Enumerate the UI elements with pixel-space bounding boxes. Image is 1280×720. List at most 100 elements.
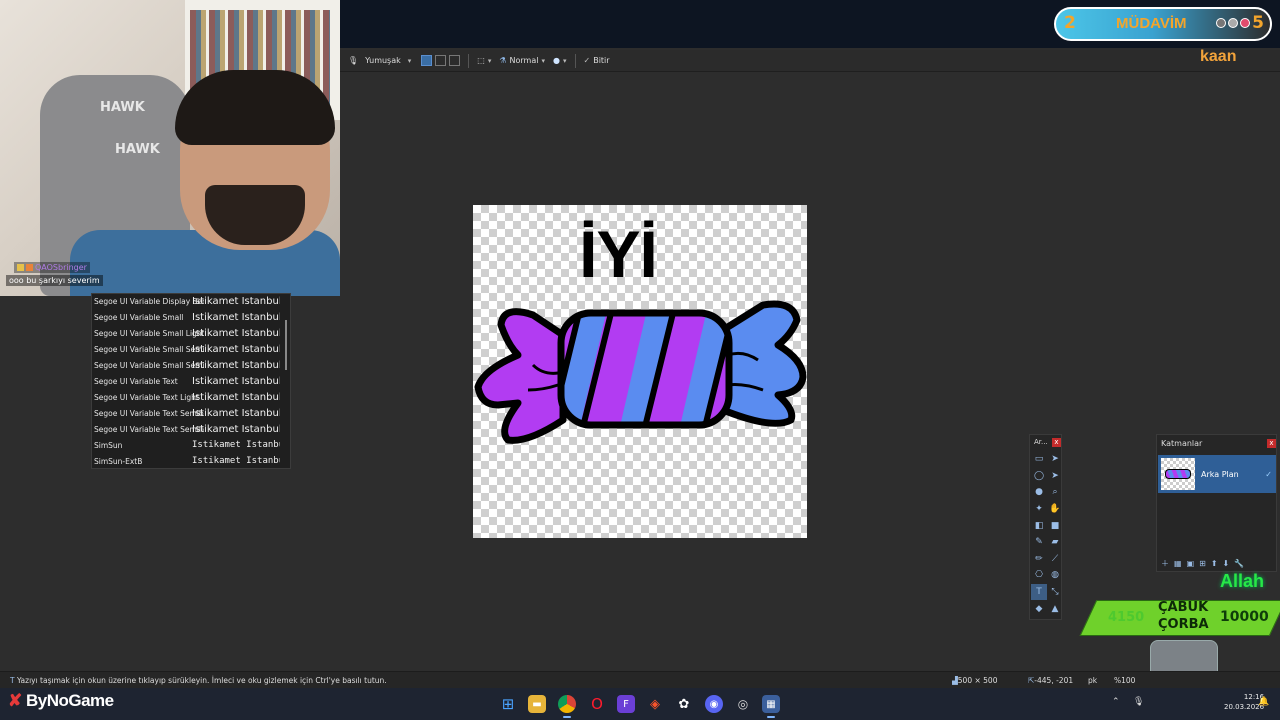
layers-panel-title: Katmanlar xyxy=(1161,438,1203,448)
merge-layer-icon[interactable]: ⊞ xyxy=(1199,559,1206,568)
brand-suffix: NoGame xyxy=(46,691,114,710)
shapes-tool-icon[interactable]: ◆ xyxy=(1031,600,1047,617)
fill-mode-dropdown[interactable]: ● ▾ xyxy=(553,56,567,65)
close-icon[interactable]: x xyxy=(1052,437,1061,447)
font-name: Segoe UI Variable Small xyxy=(94,312,184,322)
align-center-icon[interactable] xyxy=(435,55,447,66)
shapes-icon[interactable]: ■ xyxy=(1047,517,1063,534)
ellipse-select-icon[interactable]: ● xyxy=(1031,484,1047,501)
font-list-item[interactable]: Segoe UI Variable Display Semil İstikamet… xyxy=(92,294,284,309)
font-dropdown-list[interactable]: Segoe UI Variable Display Semil İstikamet… xyxy=(91,293,291,469)
notification-icon[interactable]: 🔔 xyxy=(1258,697,1269,707)
layer-properties-icon[interactable]: 🔧 xyxy=(1234,559,1244,568)
overlay-text: Allah xyxy=(1220,571,1265,591)
corba-goal-target: 10000 xyxy=(1220,609,1269,625)
font-list-item[interactable]: SimSun-ExtB İstikamet İstanbul xyxy=(92,453,284,468)
divider xyxy=(574,53,576,68)
opera-icon[interactable]: O xyxy=(588,695,606,713)
font-name: Segoe UI Variable Small Semilig xyxy=(94,360,204,370)
pencil-icon[interactable]: ✏ xyxy=(1031,551,1047,568)
brand-prefix: By xyxy=(25,691,47,710)
zoom-level[interactable]: %100 xyxy=(1114,676,1135,685)
font-list-item[interactable]: Segoe UI Variable Small İstikamet İstanbu… xyxy=(92,309,284,325)
text-icon[interactable]: T xyxy=(1031,583,1047,601)
font-name: Segoe UI Variable Display Semil xyxy=(94,296,204,306)
color-picker-icon[interactable]: ⟋ xyxy=(1047,551,1063,568)
font-name: Segoe UI Variable Text Semibold xyxy=(94,408,204,418)
chair-logo: HAWK xyxy=(100,100,145,115)
file-explorer-icon[interactable]: ▬ xyxy=(528,695,546,713)
paint-bucket-icon[interactable]: ◧ xyxy=(1031,517,1047,534)
image-size: ▟500 × 500 xyxy=(952,676,997,685)
app-f-icon[interactable]: F xyxy=(617,695,635,713)
candy-body-stripes xyxy=(561,313,729,425)
layer-row[interactable]: Arka Plan ✓ xyxy=(1158,455,1276,493)
paintbrush-icon[interactable]: ✎ xyxy=(1031,534,1047,551)
font-preview: İstikamet İstanbul xyxy=(192,456,280,466)
font-list-item[interactable]: Segoe UI Variable Small Semilig İstikamet… xyxy=(92,357,284,373)
eraser-icon[interactable]: ▰ xyxy=(1047,534,1063,551)
chatgpt-icon[interactable]: ✿ xyxy=(675,695,693,713)
move-selection-icon[interactable]: ➤ xyxy=(1047,451,1063,468)
image-canvas[interactable]: İYİ xyxy=(473,205,807,538)
font-list-item[interactable]: SimSun İstikamet İstanbul xyxy=(92,437,284,453)
layer-actions: ＋ ▦ ▣ ⊞ ⬆ ⬇ 🔧 xyxy=(1157,557,1276,569)
layer-visibility-checkbox[interactable]: ✓ xyxy=(1265,470,1272,479)
windows-start-icon[interactable]: ⊞ xyxy=(499,695,517,713)
badge-icon xyxy=(17,264,24,271)
move-layer-down-icon[interactable]: ⬇ xyxy=(1223,559,1230,568)
move-layer-up-icon[interactable]: ⬆ xyxy=(1211,559,1218,568)
status-message-text: Yazıyı taşımak için okun üzerine tıklayı… xyxy=(16,676,387,685)
brave-icon[interactable]: ◈ xyxy=(646,695,664,713)
delete-layer-icon[interactable]: ▦ xyxy=(1174,559,1182,568)
pan-icon[interactable]: ✋ xyxy=(1047,501,1063,518)
lasso-select-icon[interactable]: ◯ xyxy=(1031,468,1047,485)
zoom-icon[interactable]: ⌕ xyxy=(1047,484,1063,501)
rectangle-select-icon[interactable]: ▭ xyxy=(1031,451,1047,468)
font-list-item[interactable]: Segoe UI Variable Text Light İstikamet İs… xyxy=(92,389,284,405)
corba-goal-widget: 4150 ÇABUK ÇORBA 10000 xyxy=(1079,598,1280,638)
unit-selector[interactable]: pk xyxy=(1088,676,1097,685)
font-name: Segoe UI Variable Small Semibol xyxy=(94,344,204,354)
tray-overflow-icon[interactable]: ⌃ xyxy=(1112,697,1120,707)
font-preview: İstikamet İstanbul xyxy=(192,423,280,435)
candy-left-wrapper xyxy=(474,308,567,444)
gradient-icon[interactable]: ▲ xyxy=(1047,600,1063,617)
chrome-icon[interactable] xyxy=(558,695,576,718)
font-list-item[interactable]: Segoe UI Variable Small Light İstikamet İ… xyxy=(92,325,284,341)
close-icon[interactable]: x xyxy=(1267,438,1276,448)
align-left-icon[interactable] xyxy=(421,55,433,66)
tool-grid: ▭ ➤ ◯ ➤ ● ⌕ ✦ ✋ ◧ ■ ✎ ▰ ✏ ⟋ ⎔ ◍ T ⤡ ◆ ▲ xyxy=(1030,449,1061,617)
align-right-icon[interactable] xyxy=(449,55,461,66)
line-curve-icon[interactable]: ⤡ xyxy=(1047,584,1063,601)
align-group xyxy=(421,55,461,66)
chair-logo: HAWK xyxy=(115,142,160,157)
font-list-item[interactable]: Segoe UI Variable Text İstikamet İstanbul xyxy=(92,373,284,389)
antialias-icon: 🎙 xyxy=(348,56,359,65)
selection-mode-dropdown[interactable]: ⬚ ▾ xyxy=(477,56,491,65)
recolor-icon[interactable]: ◍ xyxy=(1047,567,1063,584)
clone-stamp-icon[interactable]: ⎔ xyxy=(1031,567,1047,584)
antialias-dropdown[interactable]: 🎙 Yumuşak ▾ xyxy=(348,56,411,65)
recorder-icon[interactable]: ◎ xyxy=(734,695,752,713)
corba-goal-label: ÇABUK ÇORBA xyxy=(1158,600,1209,634)
font-preview: İstikamet İstanbul xyxy=(192,343,280,355)
checkmark-icon: ✓ xyxy=(583,56,591,65)
magic-wand-icon[interactable]: ✦ xyxy=(1031,501,1047,518)
font-list-scrollbar[interactable] xyxy=(285,320,287,370)
microphone-icon[interactable]: 🎙 xyxy=(1133,697,1144,707)
finish-label: Bitir xyxy=(593,56,610,65)
tools-panel-title: Ar... xyxy=(1034,438,1048,446)
add-layer-icon[interactable]: ＋ xyxy=(1161,558,1169,569)
font-preview: İstikamet İstanbul xyxy=(192,359,280,371)
finish-button[interactable]: ✓ Bitir xyxy=(584,56,610,65)
paint-net-icon[interactable]: ▦ xyxy=(762,695,780,718)
font-preview: İstikamet İstanbul xyxy=(192,391,280,403)
blend-mode-dropdown[interactable]: ⚗ Normal ▾ xyxy=(499,56,545,65)
move-selected-icon[interactable]: ➤ xyxy=(1047,468,1063,485)
font-list-item[interactable]: Segoe UI Variable Small Semibol İstikamet… xyxy=(92,341,284,357)
font-list-item[interactable]: Segoe UI Variable Text Semiligh İstikamet… xyxy=(92,421,284,437)
duplicate-layer-icon[interactable]: ▣ xyxy=(1187,559,1195,568)
font-list-item[interactable]: Segoe UI Variable Text Semibold İstikamet… xyxy=(92,405,284,421)
discord-icon[interactable]: ◉ xyxy=(705,695,723,713)
